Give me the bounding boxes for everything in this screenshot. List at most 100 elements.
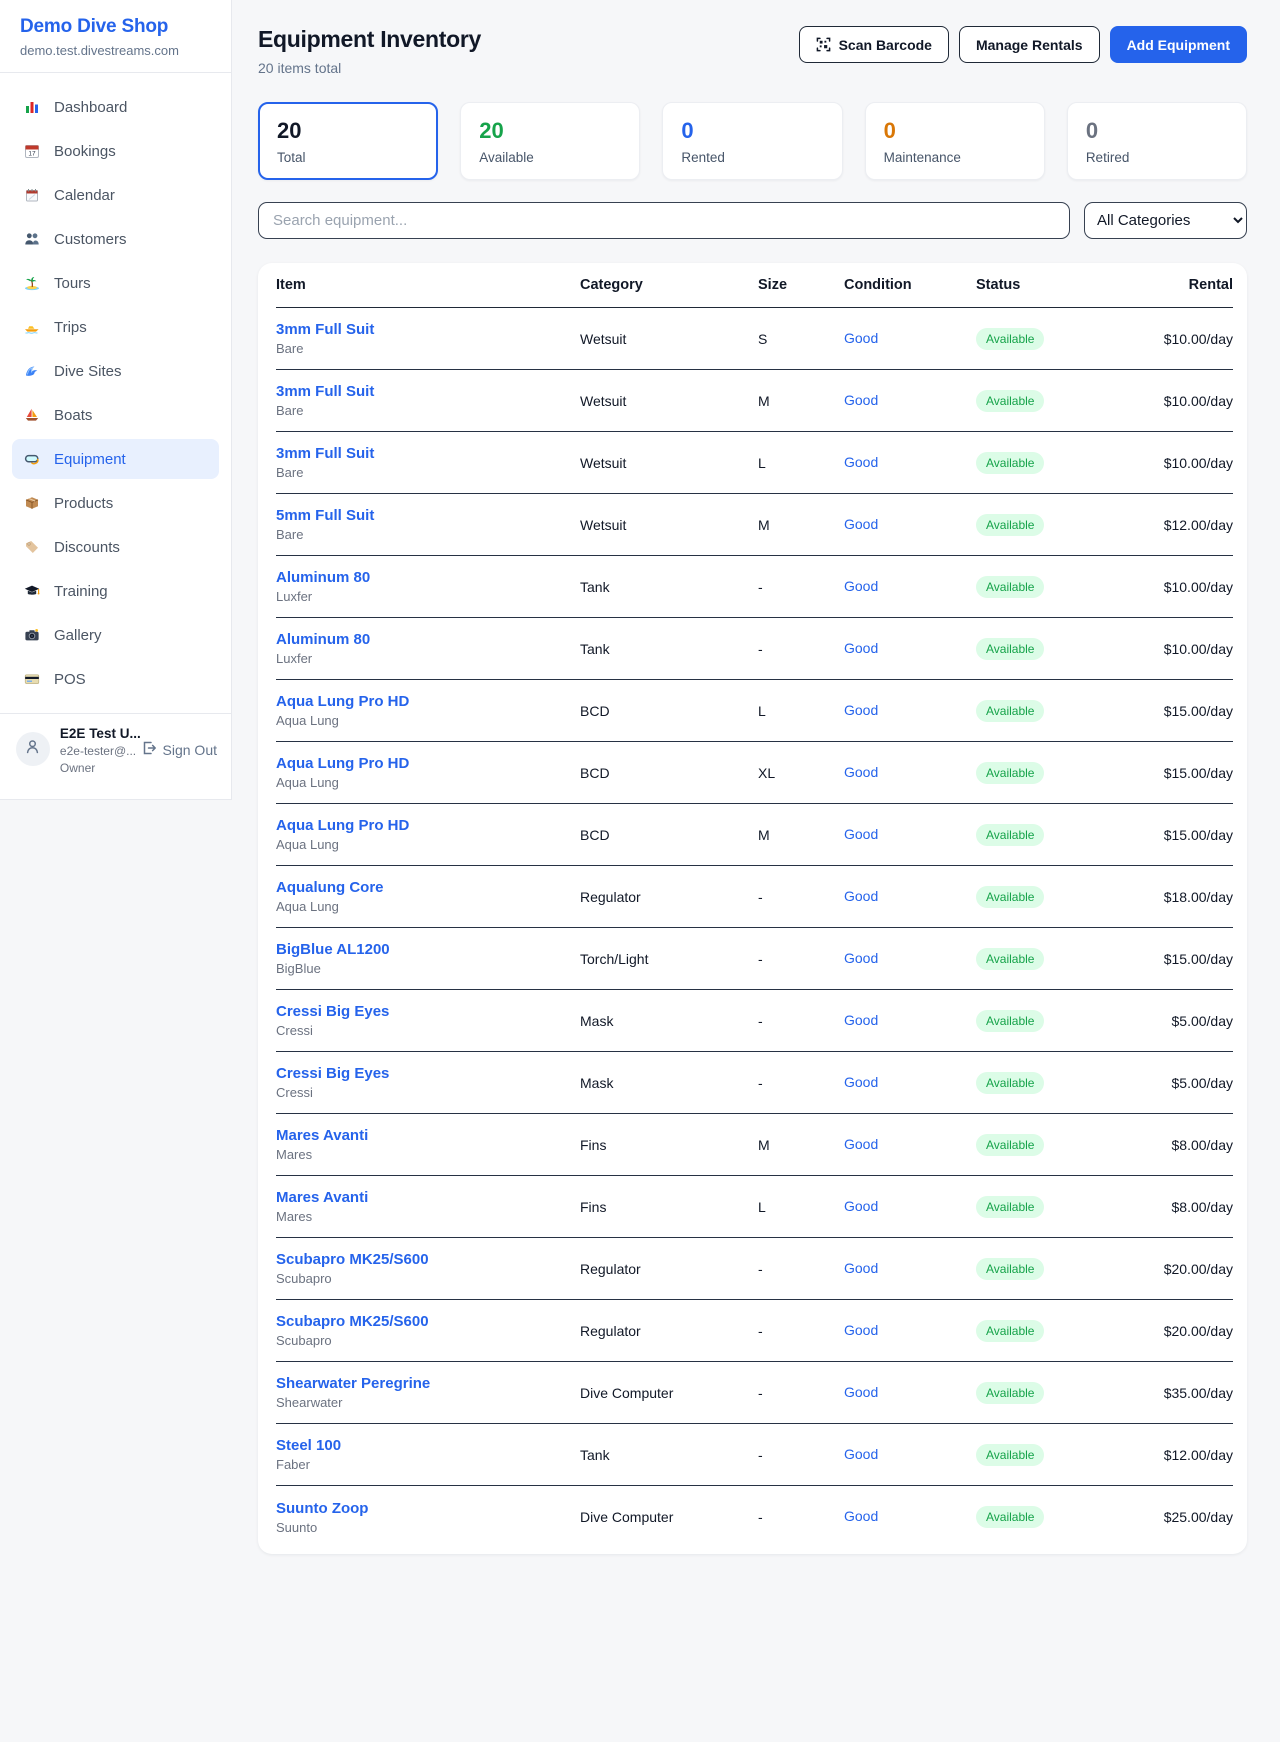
- item-link[interactable]: Mares Avanti: [276, 1127, 580, 1144]
- sign-out-button[interactable]: Sign Out: [141, 740, 217, 759]
- item-brand: Bare: [276, 527, 580, 542]
- stat-card-total[interactable]: 20Total: [258, 102, 438, 180]
- sidebar-item-label: Products: [54, 495, 113, 512]
- table-row: 5mm Full SuitBareWetsuitMGoodAvailable$1…: [276, 494, 1233, 556]
- item-link[interactable]: Aqualung Core: [276, 879, 580, 896]
- condition-link[interactable]: Good: [844, 1322, 878, 1338]
- item-link[interactable]: 3mm Full Suit: [276, 383, 580, 400]
- search-input[interactable]: [258, 202, 1070, 239]
- condition-link[interactable]: Good: [844, 330, 878, 346]
- calendar-pad-icon: [22, 187, 42, 204]
- item-link[interactable]: Scubapro MK25/S600: [276, 1313, 580, 1330]
- sidebar-item-dive-sites[interactable]: Dive Sites: [12, 351, 219, 391]
- table-row: Aqualung CoreAqua LungRegulator-GoodAvai…: [276, 866, 1233, 928]
- sidebar-item-discounts[interactable]: Discounts: [12, 527, 219, 567]
- cell-rental: $10.00/day: [1108, 455, 1233, 471]
- stat-card-available[interactable]: 20Available: [460, 102, 640, 180]
- table-row: Cressi Big EyesCressiMask-GoodAvailable$…: [276, 990, 1233, 1052]
- table-row: Aqua Lung Pro HDAqua LungBCDMGoodAvailab…: [276, 804, 1233, 866]
- table-row: Shearwater PeregrineShearwaterDive Compu…: [276, 1362, 1233, 1424]
- condition-link[interactable]: Good: [844, 1384, 878, 1400]
- item-link[interactable]: Steel 100: [276, 1437, 580, 1454]
- sidebar-item-bookings[interactable]: 17Bookings: [12, 131, 219, 171]
- bar-chart-icon: [22, 99, 42, 116]
- item-link[interactable]: Shearwater Peregrine: [276, 1375, 580, 1392]
- status-badge: Available: [976, 824, 1044, 846]
- condition-link[interactable]: Good: [844, 392, 878, 408]
- item-brand: Bare: [276, 465, 580, 480]
- stat-card-rented[interactable]: 0Rented: [662, 102, 842, 180]
- item-link[interactable]: Aqua Lung Pro HD: [276, 693, 580, 710]
- cell-rental: $12.00/day: [1108, 517, 1233, 533]
- item-link[interactable]: Aluminum 80: [276, 631, 580, 648]
- condition-link[interactable]: Good: [844, 578, 878, 594]
- cell-category: BCD: [580, 703, 758, 719]
- cell-rental: $15.00/day: [1108, 827, 1233, 843]
- table-row: Aqua Lung Pro HDAqua LungBCDLGoodAvailab…: [276, 680, 1233, 742]
- add-equipment-label: Add Equipment: [1127, 37, 1230, 53]
- sidebar-item-label: Equipment: [54, 451, 126, 468]
- sidebar-item-equipment[interactable]: Equipment: [12, 439, 219, 479]
- condition-link[interactable]: Good: [844, 1446, 878, 1462]
- sidebar-item-tours[interactable]: Tours: [12, 263, 219, 303]
- sidebar-item-trips[interactable]: Trips: [12, 307, 219, 347]
- condition-link[interactable]: Good: [844, 640, 878, 656]
- item-link[interactable]: Scubapro MK25/S600: [276, 1251, 580, 1268]
- condition-link[interactable]: Good: [844, 1508, 878, 1524]
- condition-link[interactable]: Good: [844, 1260, 878, 1276]
- condition-link[interactable]: Good: [844, 950, 878, 966]
- condition-link[interactable]: Good: [844, 1012, 878, 1028]
- cell-category: Wetsuit: [580, 393, 758, 409]
- brand-title[interactable]: Demo Dive Shop: [20, 16, 211, 38]
- condition-link[interactable]: Good: [844, 702, 878, 718]
- add-equipment-button[interactable]: Add Equipment: [1110, 26, 1247, 63]
- sidebar-item-gallery[interactable]: Gallery: [12, 615, 219, 655]
- condition-link[interactable]: Good: [844, 764, 878, 780]
- item-link[interactable]: Aqua Lung Pro HD: [276, 817, 580, 834]
- item-link[interactable]: 3mm Full Suit: [276, 321, 580, 338]
- item-link[interactable]: 3mm Full Suit: [276, 445, 580, 462]
- sidebar-item-label: Discounts: [54, 539, 120, 556]
- sidebar-item-pos[interactable]: POS: [12, 659, 219, 699]
- table-header: ItemCategorySizeConditionStatusRental: [276, 263, 1233, 308]
- item-brand: BigBlue: [276, 961, 580, 976]
- sidebar-item-label: Gallery: [54, 627, 102, 644]
- sidebar-item-customers[interactable]: Customers: [12, 219, 219, 259]
- sidebar-item-calendar[interactable]: Calendar: [12, 175, 219, 215]
- stat-card-maintenance[interactable]: 0Maintenance: [865, 102, 1045, 180]
- table-row: Suunto ZoopSuuntoDive Computer-GoodAvail…: [276, 1486, 1233, 1548]
- condition-link[interactable]: Good: [844, 454, 878, 470]
- cell-size: -: [758, 579, 844, 595]
- item-link[interactable]: Aqua Lung Pro HD: [276, 755, 580, 772]
- manage-rentals-button[interactable]: Manage Rentals: [959, 26, 1100, 63]
- condition-link[interactable]: Good: [844, 1136, 878, 1152]
- column-header-category: Category: [580, 277, 758, 293]
- cell-category: Dive Computer: [580, 1385, 758, 1401]
- cell-size: -: [758, 641, 844, 657]
- item-link[interactable]: Mares Avanti: [276, 1189, 580, 1206]
- item-link[interactable]: Cressi Big Eyes: [276, 1065, 580, 1082]
- cell-size: -: [758, 889, 844, 905]
- item-link[interactable]: 5mm Full Suit: [276, 507, 580, 524]
- cell-category: Fins: [580, 1137, 758, 1153]
- sidebar-item-training[interactable]: Training: [12, 571, 219, 611]
- scan-barcode-button[interactable]: Scan Barcode: [799, 26, 949, 63]
- category-select[interactable]: All Categories: [1084, 202, 1247, 239]
- item-link[interactable]: Aluminum 80: [276, 569, 580, 586]
- condition-link[interactable]: Good: [844, 888, 878, 904]
- table-row: Scubapro MK25/S600ScubaproRegulator-Good…: [276, 1300, 1233, 1362]
- sidebar-item-boats[interactable]: Boats: [12, 395, 219, 435]
- status-badge: Available: [976, 1320, 1044, 1342]
- stat-card-retired[interactable]: 0Retired: [1067, 102, 1247, 180]
- condition-link[interactable]: Good: [844, 516, 878, 532]
- item-link[interactable]: Suunto Zoop: [276, 1500, 580, 1517]
- condition-link[interactable]: Good: [844, 1198, 878, 1214]
- item-brand: Aqua Lung: [276, 713, 580, 728]
- item-link[interactable]: BigBlue AL1200: [276, 941, 580, 958]
- item-link[interactable]: Cressi Big Eyes: [276, 1003, 580, 1020]
- sidebar-item-products[interactable]: Products: [12, 483, 219, 523]
- condition-link[interactable]: Good: [844, 826, 878, 842]
- manage-rentals-label: Manage Rentals: [976, 37, 1083, 53]
- sidebar-item-dashboard[interactable]: Dashboard: [12, 87, 219, 127]
- condition-link[interactable]: Good: [844, 1074, 878, 1090]
